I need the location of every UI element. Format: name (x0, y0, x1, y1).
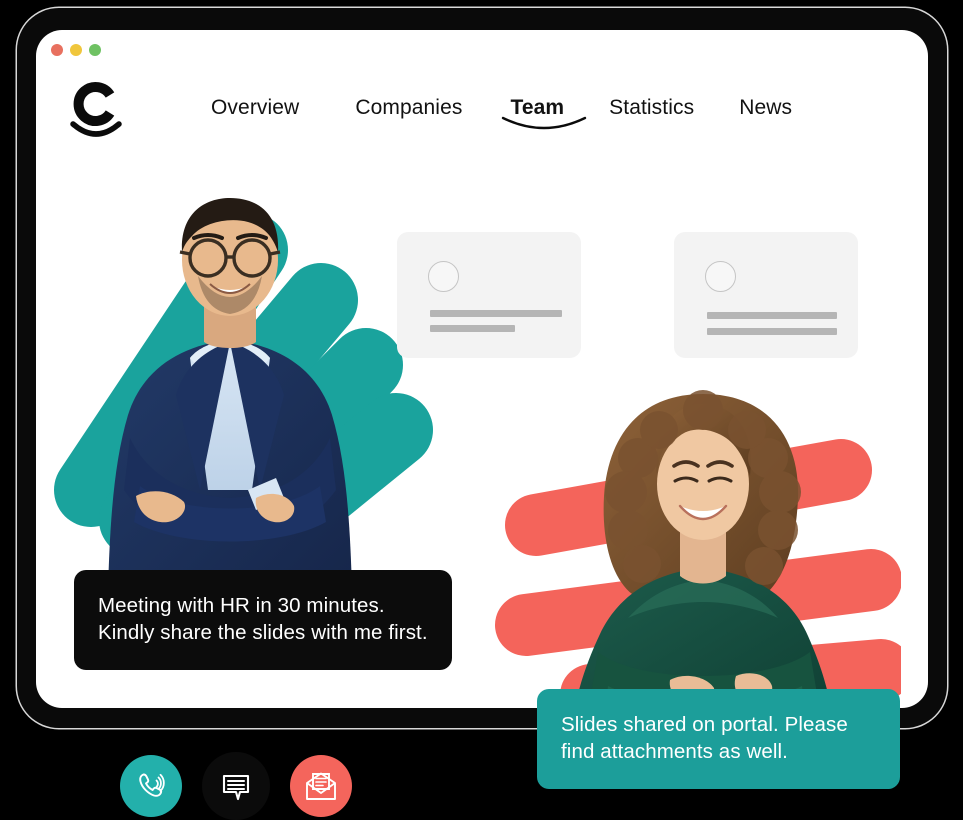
placeholder-bar (430, 325, 515, 332)
chat-bubble-incoming: Meeting with HR in 30 minutes. Kindly sh… (74, 570, 452, 671)
placeholder-card[interactable] (674, 232, 858, 358)
mail-button[interactable] (290, 755, 352, 817)
placeholder-bar (430, 310, 562, 317)
main-nav: Overview Companies Team Statistics News (211, 96, 792, 130)
action-bar (120, 752, 352, 820)
placeholder-card[interactable] (397, 232, 581, 358)
device-frame: Overview Companies Team Statistics News (17, 8, 947, 728)
placeholder-bar (707, 328, 837, 335)
window-controls (51, 44, 101, 56)
chat-bubble-incoming-text: Meeting with HR in 30 minutes. Kindly sh… (98, 594, 428, 645)
call-button[interactable] (120, 755, 182, 817)
man-in-navy-suit-photo (108, 198, 352, 590)
chat-bubble-outgoing: Slides shared on portal. Please find att… (537, 689, 900, 790)
chat-bubble-outgoing-text: Slides shared on portal. Please find att… (561, 713, 848, 764)
nav-item-news[interactable]: News (739, 96, 792, 130)
open-envelope-icon (306, 772, 336, 800)
window-minimize-dot[interactable] (70, 44, 82, 56)
avatar-placeholder-circle-icon (428, 261, 459, 292)
avatar-placeholder-circle-icon (705, 261, 736, 292)
chat-bubble-icon (222, 774, 250, 801)
window-close-dot[interactable] (51, 44, 63, 56)
placeholder-bar (707, 312, 837, 319)
nav-label-team: Team (510, 96, 565, 119)
nav-label-overview: Overview (211, 96, 300, 119)
window-maximize-dot[interactable] (89, 44, 101, 56)
nav-item-companies[interactable]: Companies (355, 96, 462, 130)
woman-in-green-blouse-photo (574, 390, 832, 708)
nav-item-team[interactable]: Team (502, 96, 587, 130)
chat-button[interactable] (202, 752, 270, 820)
app-header: Overview Companies Team Statistics News (36, 30, 928, 148)
nav-item-overview[interactable]: Overview (211, 96, 299, 130)
phone-call-icon (139, 773, 165, 797)
nav-item-statistics[interactable]: Statistics (609, 96, 694, 130)
nav-label-statistics: Statistics (609, 96, 695, 119)
letter-c-smile-logo-icon[interactable] (69, 80, 125, 142)
app-window: Overview Companies Team Statistics News (36, 30, 928, 708)
nav-label-news: News (739, 96, 793, 119)
nav-label-companies: Companies (355, 96, 463, 119)
